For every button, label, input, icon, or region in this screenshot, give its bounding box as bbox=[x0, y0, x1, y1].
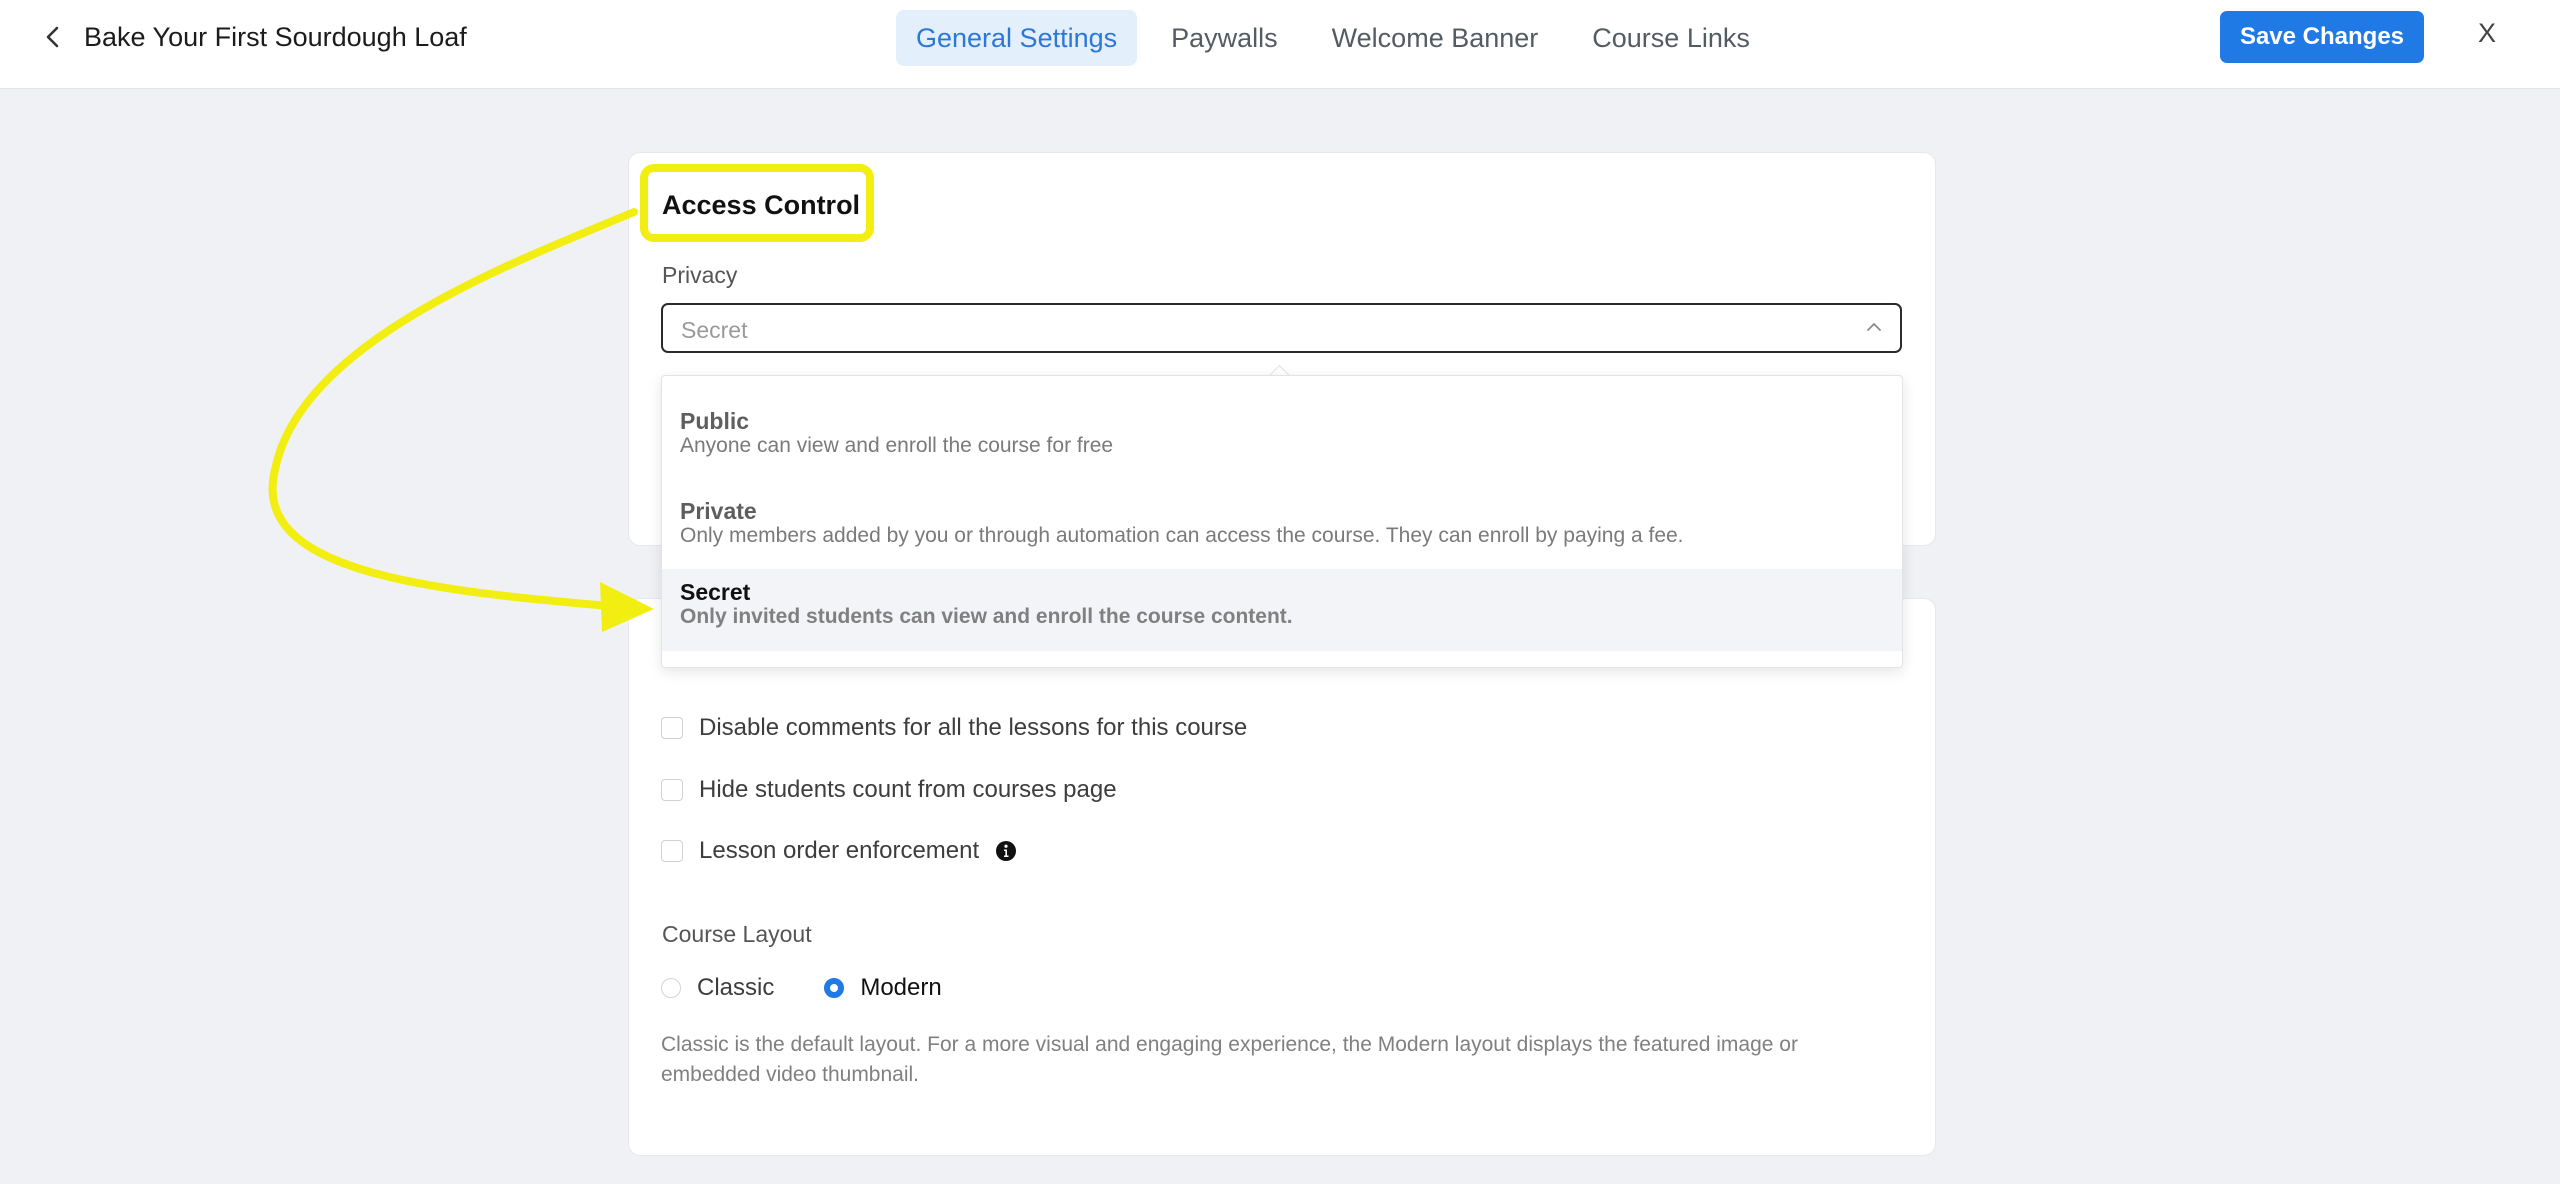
annotation-arrow bbox=[268, 208, 654, 632]
